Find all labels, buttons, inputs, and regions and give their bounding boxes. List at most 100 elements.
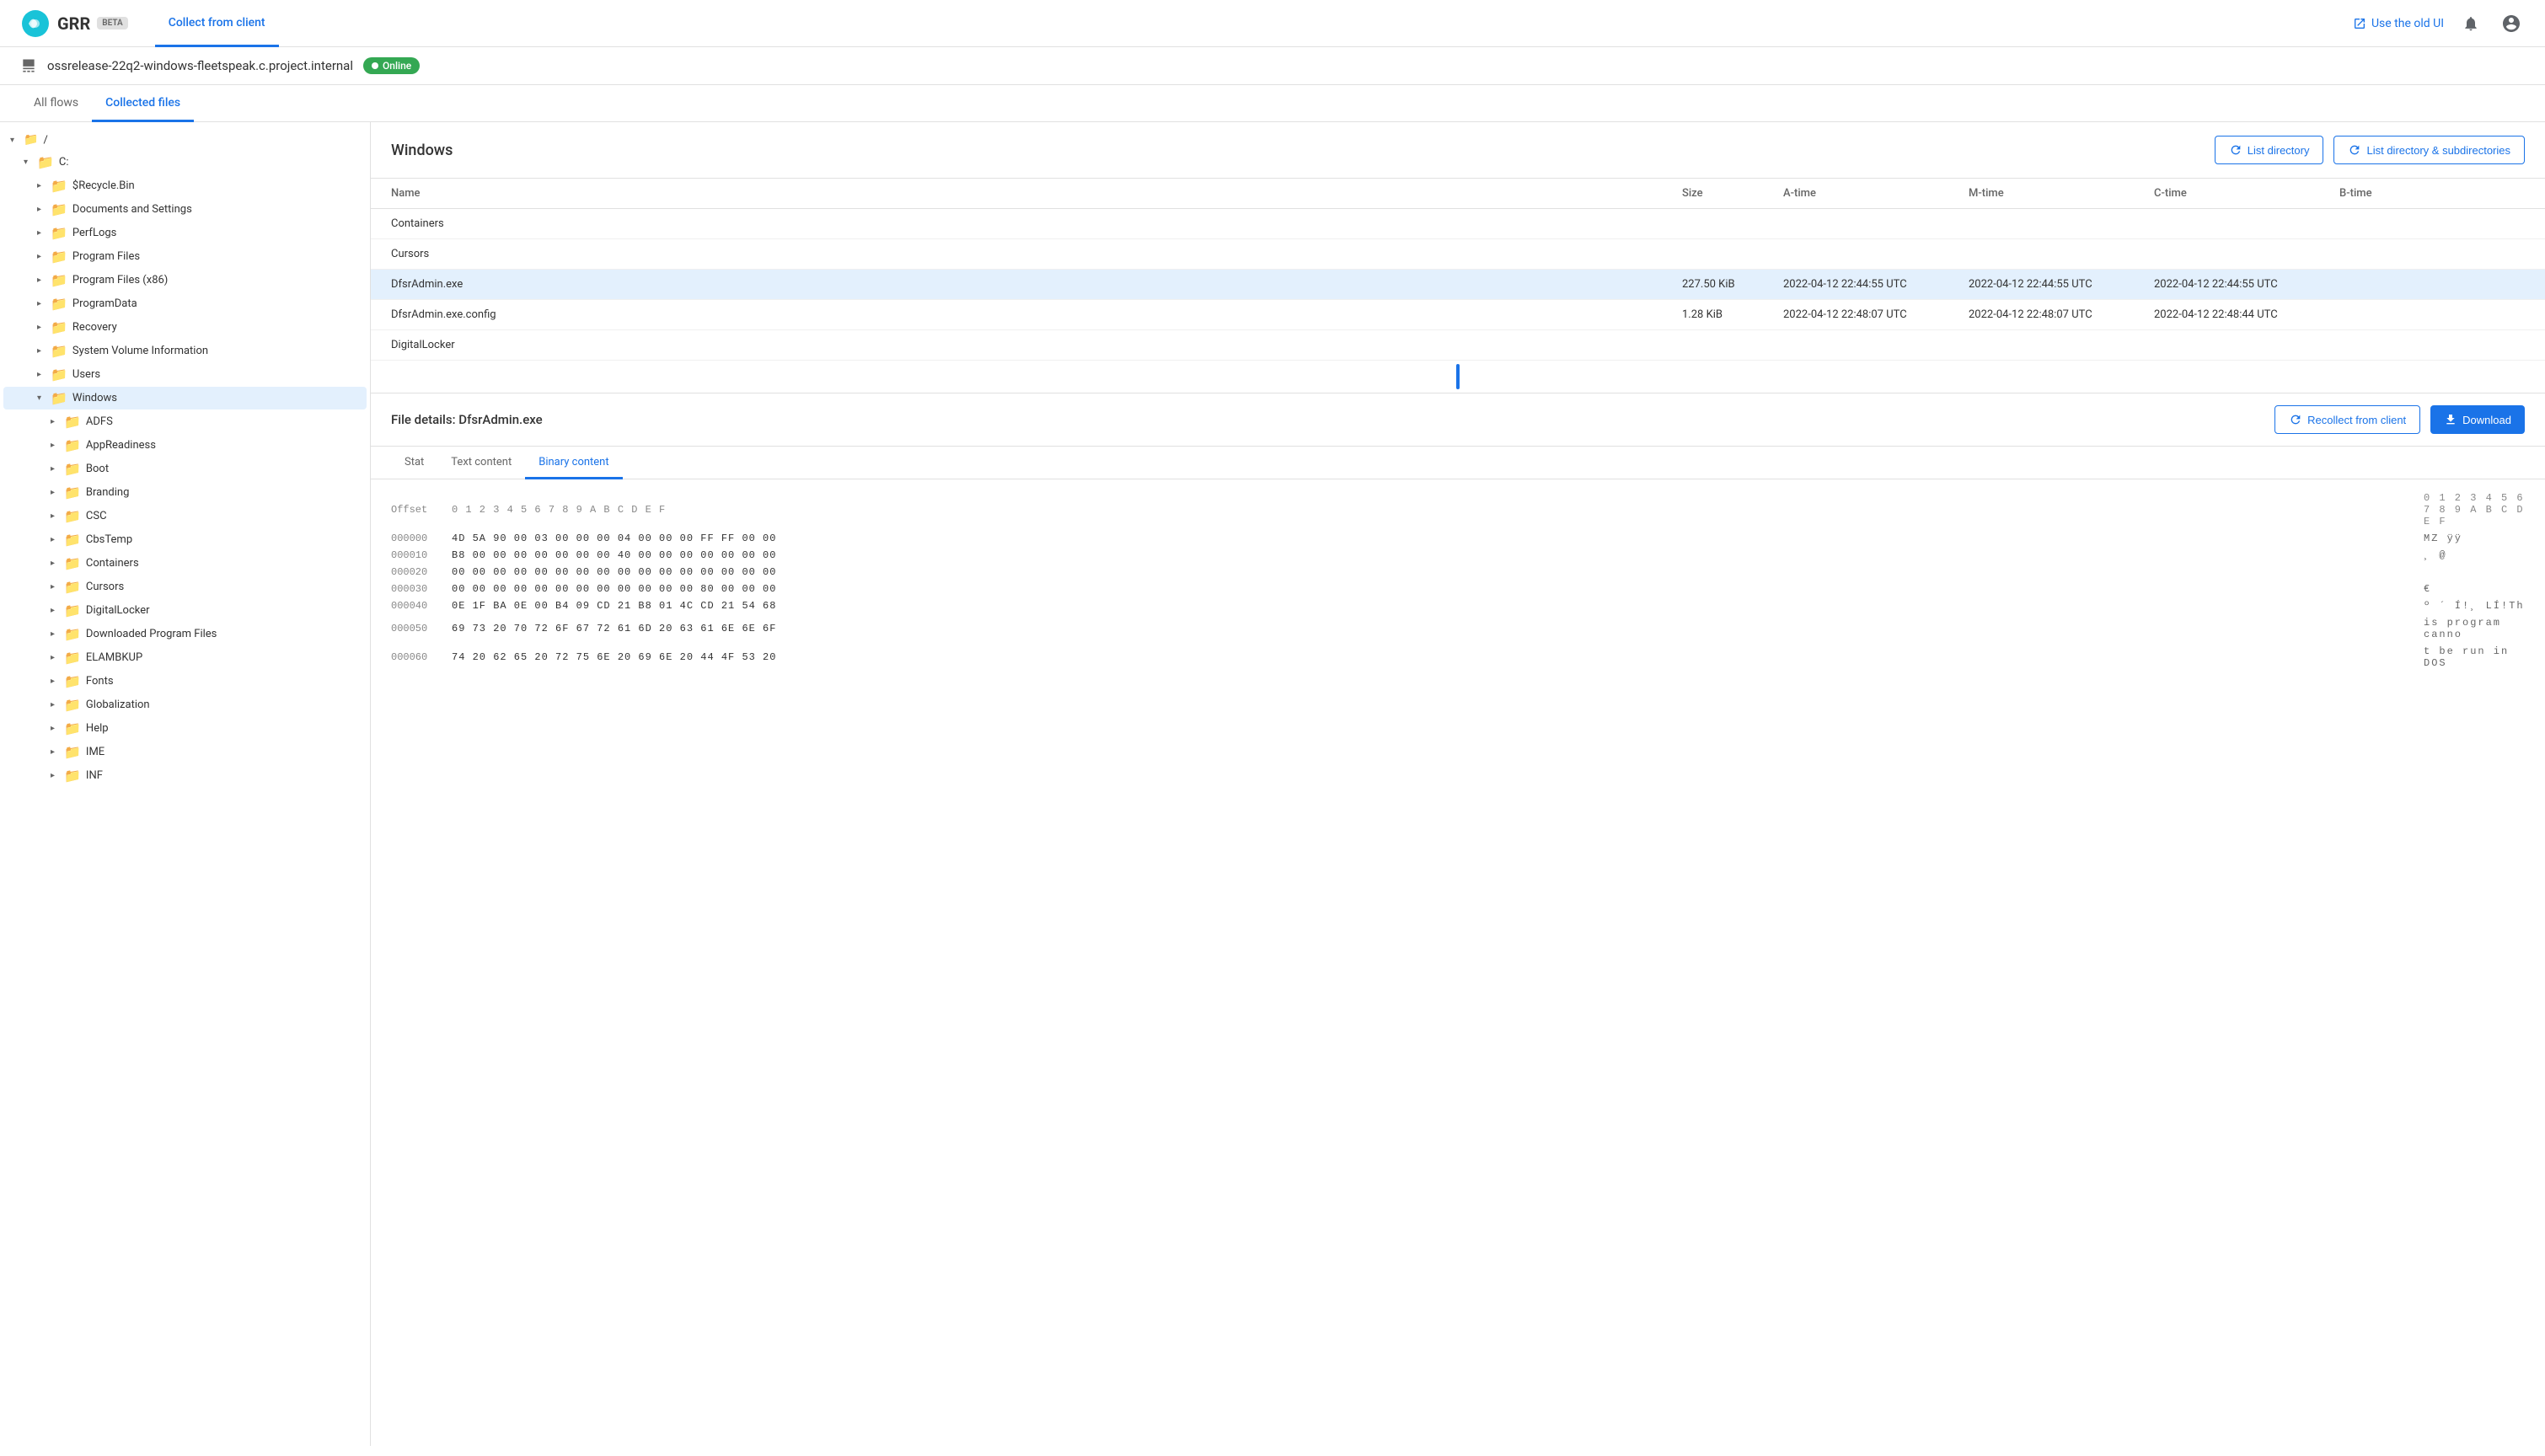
tree-item[interactable]: ▸📁$Recycle.Bin [3, 174, 367, 197]
tree-item[interactable]: ▸📁 Help [3, 717, 367, 740]
tree-label: Boot [86, 463, 109, 475]
tree-item[interactable]: ▸📁ELAMBKUP [3, 646, 367, 669]
tree-item[interactable]: ▾📁/ [3, 130, 367, 150]
hex-bytes: 4D 5A 90 00 03 00 00 00 04 00 00 00 FF F… [452, 533, 2414, 544]
tree-arrow: ▸ [51, 441, 64, 450]
folder-icon: 📁 [51, 296, 67, 312]
tree-item[interactable]: ▸📁Branding [3, 481, 367, 504]
old-ui-link[interactable]: Use the old UI [2353, 17, 2444, 30]
tree-item[interactable]: ▸📁Cursors [3, 575, 367, 598]
tree-item[interactable]: ▸📁Globalization [3, 693, 367, 716]
table-row[interactable]: Cursors [371, 239, 2545, 270]
tree-arrow: ▸ [51, 771, 64, 780]
header-right: Use the old UI [2353, 10, 2525, 37]
tree-item[interactable]: ▸📁Downloaded Program Files [3, 623, 367, 645]
hex-header-row: Offset 0 1 2 3 4 5 6 7 8 9 A B C D E F 0… [391, 490, 2525, 530]
tab-collected-files[interactable]: Collected files [92, 86, 194, 122]
tree-item[interactable]: ▸📁Documents and Settings [3, 198, 367, 221]
tab-text-content[interactable]: Text content [437, 447, 525, 479]
tab-all-flows[interactable]: All flows [20, 86, 92, 122]
tree-item[interactable]: ▸📁ADFS [3, 410, 367, 433]
folder-icon: 📁 [64, 744, 81, 760]
file-list-header: Name Size A-time M-time C-time B-time [371, 179, 2545, 209]
list-item: 000040 0E 1F BA 0E 00 B4 09 CD 21 B8 01 … [391, 597, 2525, 614]
hex-offset: 000030 [391, 583, 442, 595]
grr-logo-icon [20, 8, 51, 39]
tree-item[interactable]: ▸📁Users [3, 363, 367, 386]
list-item: 000050 69 73 20 70 72 6F 67 72 61 6D 20 … [391, 614, 2525, 643]
tree-item[interactable]: ▾📁C: [3, 151, 367, 174]
refresh-icon-list [2229, 143, 2242, 157]
list-subdirectories-label: List directory & subdirectories [2366, 144, 2510, 157]
folder-icon: 📁 [64, 720, 81, 736]
col-name: Name [391, 187, 1682, 200]
tree-arrow: ▸ [37, 228, 51, 238]
tree-label: Recovery [72, 321, 117, 334]
recollect-btn[interactable]: Recollect from client [2274, 405, 2420, 434]
hex-offset: 000000 [391, 533, 442, 544]
tree-label: Help [86, 722, 109, 735]
online-status: Online [383, 60, 411, 72]
hex-bytes: 69 73 20 70 72 6F 67 72 61 6D 20 63 61 6… [452, 623, 2414, 634]
folder-icon: 📁 [51, 225, 67, 241]
download-btn[interactable]: Download [2430, 405, 2525, 434]
account-btn[interactable] [2498, 10, 2525, 37]
tree-item[interactable]: ▸📁AppReadiness [3, 434, 367, 457]
col-btime: B-time [2339, 187, 2525, 200]
file-details-title: File details: DfsrAdmin.exe [391, 412, 543, 427]
list-directory-btn[interactable]: List directory [2215, 136, 2324, 164]
list-item: 000030 00 00 00 00 00 00 00 00 00 00 00 … [391, 581, 2525, 597]
tree-item[interactable]: ▸📁CbsTemp [3, 528, 367, 551]
hex-bytes: 00 00 00 00 00 00 00 00 00 00 00 00 80 0… [452, 583, 2414, 595]
tree-item[interactable]: ▸📁DigitalLocker [3, 599, 367, 622]
table-row[interactable]: DfsrAdmin.exe 227.50 KiB 2022-04-12 22:4… [371, 270, 2545, 300]
file-atime: 2022-04-12 22:48:07 UTC [1783, 308, 1969, 321]
tree-arrow: ▸ [51, 629, 64, 639]
main-content: ▾📁/▾📁C:▸📁$Recycle.Bin▸📁Documents and Set… [0, 122, 2545, 1446]
notification-btn[interactable] [2457, 10, 2484, 37]
download-label: Download [2462, 414, 2511, 426]
folder-icon: 📁 [51, 178, 67, 194]
file-list[interactable]: Containers Cursors DfsrAdmin.exe 227.50 … [371, 209, 2545, 361]
table-row[interactable]: DfsrAdmin.exe.config 1.28 KiB 2022-04-12… [371, 300, 2545, 330]
folder-icon: 📁 [64, 579, 81, 595]
tree-label: Containers [86, 557, 139, 570]
logo-area: GRR BETA [20, 8, 128, 39]
tree-item[interactable]: ▸📁PerfLogs [3, 222, 367, 244]
recollect-icon [2289, 413, 2302, 426]
table-row[interactable]: Containers [371, 209, 2545, 239]
tree-label: Program Files (x86) [72, 274, 168, 286]
tree-item[interactable]: ▾📁Windows [3, 387, 367, 410]
tree-label: INF [86, 769, 103, 782]
file-tree[interactable]: ▾📁/▾📁C:▸📁$Recycle.Bin▸📁Documents and Set… [0, 122, 371, 1446]
tree-item[interactable]: ▸📁ProgramData [3, 292, 367, 315]
list-item: 000060 74 20 62 65 20 72 75 6E 20 69 6E … [391, 643, 2525, 672]
tab-binary-content[interactable]: Binary content [525, 447, 622, 479]
tree-item[interactable]: ▸📁CSC [3, 505, 367, 527]
tree-item[interactable]: ▸📁Containers [3, 552, 367, 575]
col-atime: A-time [1783, 187, 1969, 200]
tree-item[interactable]: ▸📁Program Files (x86) [3, 269, 367, 292]
tree-item[interactable]: ▸📁Recovery [3, 316, 367, 339]
refresh-icon-subdir [2348, 143, 2361, 157]
tree-item[interactable]: ▸📁System Volume Information [3, 340, 367, 362]
tree-arrow: ▸ [51, 559, 64, 568]
detail-tabs: Stat Text content Binary content [371, 447, 2545, 479]
tree-label: Users [72, 368, 100, 381]
tree-item[interactable]: ▸📁Boot [3, 458, 367, 480]
tree-arrow: ▸ [51, 724, 64, 733]
list-subdirectories-btn[interactable]: List directory & subdirectories [2333, 136, 2525, 164]
tree-item[interactable]: ▸📁IME [3, 741, 367, 763]
table-row[interactable]: DigitalLocker [371, 330, 2545, 361]
file-details: File details: DfsrAdmin.exe Recollect fr… [371, 393, 2545, 1446]
tree-arrow: ▸ [51, 511, 64, 521]
tree-item[interactable]: ▸📁INF [3, 764, 367, 787]
nav-tab-collect[interactable]: Collect from client [155, 1, 279, 47]
tree-item[interactable]: ▸📁Fonts [3, 670, 367, 693]
tree-label: CSC [86, 510, 107, 522]
binary-content[interactable]: Offset 0 1 2 3 4 5 6 7 8 9 A B C D E F 0… [371, 479, 2545, 1446]
tree-label: CbsTemp [86, 533, 132, 546]
tab-stat[interactable]: Stat [391, 447, 437, 479]
tree-item[interactable]: ▸📁Program Files [3, 245, 367, 268]
tree-label: System Volume Information [72, 345, 208, 357]
